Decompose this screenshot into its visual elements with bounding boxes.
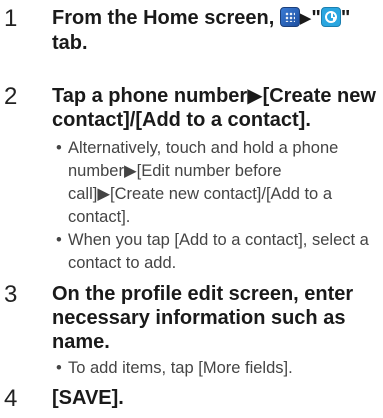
instruction-document: 1 From the Home screen, ▶" " tab. 2 Tap a … (0, 0, 383, 418)
step-title: On the profile edit screen, enter necess… (52, 283, 354, 353)
step-title: Tap a phone number▶[Create new contact]/… (52, 85, 376, 131)
step-number: 2 (4, 83, 18, 110)
step-bullets: To add items, tap [More fields]. (56, 357, 380, 380)
step-number: 3 (4, 281, 18, 308)
step-title: [SAVE]. (52, 387, 124, 409)
step-title: From the Home screen, ▶" " tab. (52, 7, 351, 54)
step-number: 1 (4, 5, 18, 32)
bullet-item: When you tap [Add to a contact], select … (56, 229, 380, 275)
step-bullets: Alternatively, touch and hold a phone nu… (56, 137, 380, 275)
bullet-item: Alternatively, touch and hold a phone nu… (56, 137, 380, 229)
step-number: 4 (4, 385, 18, 412)
bullet-item: To add items, tap [More fields]. (56, 357, 380, 380)
apps-icon (279, 7, 300, 27)
call-log-icon (320, 7, 341, 27)
arrow-icon: ▶ (299, 10, 312, 27)
